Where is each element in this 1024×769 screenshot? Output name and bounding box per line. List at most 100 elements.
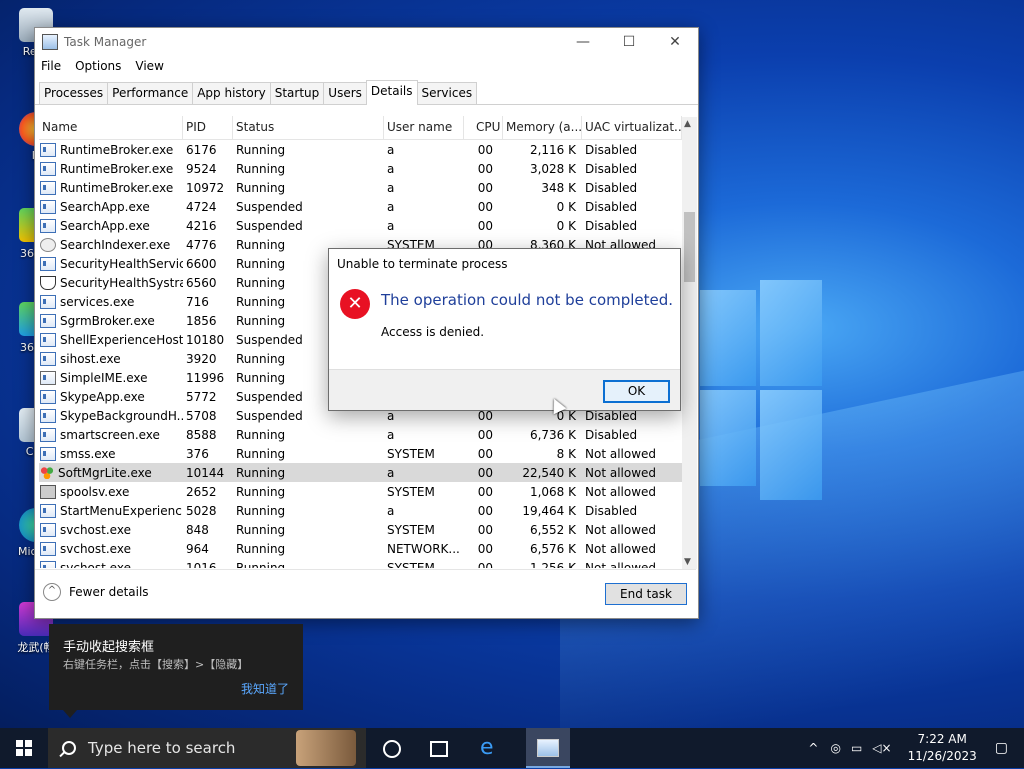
app-window-icon <box>40 427 56 442</box>
tab-processes[interactable]: Processes <box>39 82 109 104</box>
column-header-name[interactable]: Name <box>39 116 183 139</box>
process-cpu: 00 <box>477 199 493 214</box>
shield-icon <box>40 275 56 290</box>
process-memory: 2,116 K <box>529 142 576 157</box>
window-footer: ^ Fewer details End task <box>35 569 696 618</box>
process-uac: Not allowed <box>585 560 657 569</box>
tab-strip: Processes Performance App history Startu… <box>35 80 698 105</box>
process-pid: 6560 <box>186 275 217 290</box>
table-row[interactable]: svchost.exe 964 Running NETWORK... 00 6,576 K… <box>39 539 682 558</box>
process-status: Running <box>236 446 286 461</box>
process-user: a <box>387 161 395 176</box>
table-row[interactable]: svchost.exe 848 Running SYSTEM 00 6,552 K Not … <box>39 520 682 539</box>
process-status: Running <box>236 503 286 518</box>
column-header-user-name[interactable]: User name <box>384 116 464 139</box>
process-pid: 964 <box>186 541 209 556</box>
vertical-scrollbar[interactable]: ▲ ▼ <box>682 117 697 569</box>
process-memory: 22,540 K <box>522 465 576 480</box>
table-row[interactable]: SearchApp.exe 4216 Suspended a 00 0 K Disabled <box>39 216 682 235</box>
table-row[interactable]: RuntimeBroker.exe 10972 Running a 00 348 K Dis… <box>39 178 682 197</box>
windows-logo-wallpaper <box>700 280 822 520</box>
task-manager-icon <box>42 34 58 50</box>
search-indexer-icon <box>40 237 56 252</box>
process-name-cell: svchost.exe <box>39 541 183 556</box>
table-row[interactable]: spoolsv.exe 2652 Running SYSTEM 00 1,068 K Not… <box>39 482 682 501</box>
process-cpu: 00 <box>477 465 493 480</box>
process-pid: 11996 <box>186 370 225 385</box>
process-name: svchost.exe <box>60 522 131 537</box>
table-row[interactable]: SearchApp.exe 4724 Suspended a 00 0 K Disabled <box>39 197 682 216</box>
process-name-cell: SoftMgrLite.exe <box>39 466 183 480</box>
process-name: smss.exe <box>60 446 116 461</box>
process-status: Running <box>236 522 286 537</box>
table-row[interactable]: smss.exe 376 Running SYSTEM 00 8 K Not allowed <box>39 444 682 463</box>
column-header-memory[interactable]: Memory (a... <box>503 116 582 139</box>
column-header-pid[interactable]: PID <box>183 116 233 139</box>
table-row[interactable]: SoftMgrLite.exe 10144 Running a 00 22,540 K No… <box>39 463 682 482</box>
start-button[interactable] <box>0 728 48 768</box>
tab-details[interactable]: Details <box>365 80 418 105</box>
table-row[interactable]: RuntimeBroker.exe 9524 Running a 00 3,028 K Di… <box>39 159 682 178</box>
app-window-icon <box>40 332 56 347</box>
end-task-button[interactable]: End task <box>605 583 687 605</box>
process-name-cell: SkypeApp.exe <box>39 389 183 404</box>
show-hidden-icons-icon[interactable]: ^ <box>808 741 818 755</box>
title-bar[interactable]: Task Manager — ☐ ✕ <box>35 28 698 56</box>
minimize-button[interactable]: — <box>560 28 606 56</box>
table-row[interactable]: RuntimeBroker.exe 6176 Running a 00 2,116 K Di… <box>39 140 682 159</box>
toast-body: 右键任务栏，点击【搜索】>【隐藏】 <box>63 658 249 671</box>
table-row[interactable]: StartMenuExperienc... 5028 Running a 00 19,46… <box>39 501 682 520</box>
volume-muted-icon[interactable]: ◁× <box>872 741 891 755</box>
cortana-icon[interactable] <box>383 740 401 758</box>
column-header-status[interactable]: Status <box>233 116 384 139</box>
process-memory: 1,068 K <box>529 484 576 499</box>
fewer-details-toggle[interactable]: ^ Fewer details <box>43 583 149 601</box>
process-cpu: 00 <box>477 142 493 157</box>
tab-app-history[interactable]: App history <box>192 82 271 104</box>
table-row[interactable]: svchost.exe 1016 Running SYSTEM 00 1,256 K Not… <box>39 558 682 568</box>
process-pid: 4724 <box>186 199 217 214</box>
scroll-thumb[interactable] <box>684 212 695 282</box>
column-header-uac[interactable]: UAC virtualizat... <box>582 116 682 139</box>
process-name: SearchIndexer.exe <box>60 237 171 252</box>
ok-button[interactable]: OK <box>603 380 670 403</box>
process-name-cell: smartscreen.exe <box>39 427 183 442</box>
meet-now-icon[interactable]: ◎ <box>830 741 840 755</box>
table-row[interactable]: smartscreen.exe 8588 Running a 00 6,736 K Disa… <box>39 425 682 444</box>
process-pid: 10180 <box>186 332 225 347</box>
taskbar-search-box[interactable]: Type here to search <box>48 728 366 768</box>
tab-startup[interactable]: Startup <box>269 82 325 104</box>
process-user: a <box>387 465 395 480</box>
tab-users[interactable]: Users <box>323 82 367 104</box>
menu-view[interactable]: View <box>135 59 163 73</box>
process-pid: 4216 <box>186 218 217 233</box>
app-window-icon <box>40 560 56 568</box>
app-window-icon <box>40 180 56 195</box>
process-cpu: 00 <box>477 427 493 442</box>
process-cpu: 00 <box>477 218 493 233</box>
process-name-cell: SkypeBackgroundH... <box>39 408 183 423</box>
scroll-down-icon[interactable]: ▼ <box>684 557 691 567</box>
process-status: Running <box>236 484 286 499</box>
network-icon[interactable]: ▭ <box>851 741 862 755</box>
maximize-button[interactable]: ☐ <box>606 28 652 56</box>
app-window-icon <box>40 142 56 157</box>
tab-services[interactable]: Services <box>416 82 478 104</box>
task-view-icon[interactable] <box>430 741 448 757</box>
tab-performance[interactable]: Performance <box>107 82 194 104</box>
plain-window-icon <box>40 370 56 385</box>
toast-got-it-link[interactable]: 我知道了 <box>241 680 289 697</box>
notification-icon[interactable]: ▢ <box>995 740 1008 756</box>
menu-file[interactable]: File <box>41 59 61 73</box>
app-window-icon <box>40 389 56 404</box>
scroll-up-icon[interactable]: ▲ <box>684 119 691 129</box>
process-status: Running <box>236 161 286 176</box>
menu-options[interactable]: Options <box>75 59 121 73</box>
close-button[interactable]: ✕ <box>652 28 698 56</box>
clock[interactable]: 7:22 AM 11/26/2023 <box>908 731 977 765</box>
column-header-cpu[interactable]: CPU <box>464 116 503 139</box>
taskbar-task-manager-button[interactable] <box>526 728 570 768</box>
internet-explorer-icon[interactable]: e <box>480 737 500 759</box>
dialog-title: Unable to terminate process <box>337 257 508 271</box>
process-pid: 2652 <box>186 484 217 499</box>
